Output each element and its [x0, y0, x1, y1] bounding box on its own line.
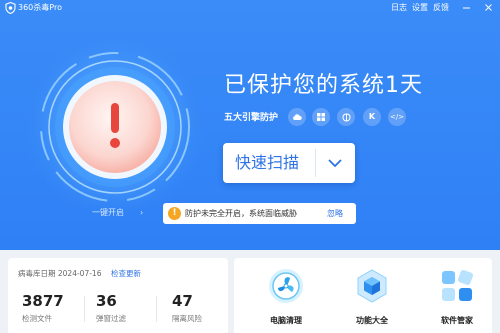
stat-divider	[84, 296, 85, 322]
tool-label: 功能大全	[356, 316, 388, 325]
close-icon[interactable]	[483, 2, 494, 13]
log-menu[interactable]: 日志	[391, 2, 407, 14]
quick-scan-button[interactable]: 快速扫描	[223, 143, 355, 183]
k-engine-icon[interactable]: K	[363, 108, 381, 126]
one-key-enable-link[interactable]: 一键开启	[92, 207, 124, 219]
software-manager-tool[interactable]: 软件管家	[422, 258, 492, 333]
stat-value: 36	[96, 292, 117, 310]
cloud-engine-icon[interactable]	[288, 108, 306, 126]
pc-clean-tool[interactable]: 电脑清理	[251, 258, 321, 333]
protection-panel: 360杀毒Pro 日志 设置 反馈 已保护您的系统1天 五大引擎防护 K </>…	[0, 0, 500, 250]
cube-features-icon	[357, 269, 387, 303]
warning-icon: !	[168, 207, 181, 220]
minimize-icon[interactable]	[461, 2, 472, 13]
stat-label: 弹窗过滤	[96, 314, 126, 323]
stat-value: 47	[172, 292, 193, 310]
warning-text: 防护未完全开启，系统面临威胁	[185, 209, 297, 218]
protection-status-title: 已保护您的系统1天	[224, 73, 423, 98]
brain-engine-icon[interactable]	[337, 108, 355, 126]
warning-banner: ! 防护未完全开启，系统面临威胁 忽略	[163, 203, 356, 224]
stat-label: 隔离风险	[172, 314, 202, 323]
exclamation-icon	[110, 103, 120, 148]
code-engine-icon[interactable]: </>	[388, 108, 406, 126]
chevron-down-icon[interactable]	[326, 155, 344, 171]
stat-label: 检测文件	[22, 314, 52, 323]
software-manager-icon	[442, 270, 473, 301]
stat-value: 3877	[22, 292, 64, 310]
fan-clean-icon	[269, 269, 303, 303]
settings-menu[interactable]: 设置	[412, 2, 428, 14]
tools-card: 电脑清理 功能大全 软件管家	[234, 258, 492, 333]
chevron-right-icon[interactable]: ›	[140, 208, 143, 218]
quick-scan-label: 快速扫描	[235, 153, 300, 172]
ignore-link[interactable]: 忽略	[327, 208, 343, 219]
engines-label: 五大引擎防护	[224, 113, 279, 123]
tool-label: 软件管家	[441, 316, 473, 325]
check-update-link[interactable]: 检查更新	[111, 269, 141, 279]
scan-divider	[315, 149, 316, 177]
windows-engine-icon[interactable]	[312, 108, 330, 126]
features-tool[interactable]: 功能大全	[337, 258, 407, 333]
tool-label: 电脑清理	[270, 316, 302, 325]
database-date: 病毒库日期 2024-07-16	[18, 269, 102, 278]
feedback-menu[interactable]: 反馈	[433, 2, 449, 14]
stat-divider	[156, 296, 157, 322]
virus-database-card: 病毒库日期 2024-07-16 检查更新 3877 检测文件 36 弹窗过滤 …	[8, 258, 228, 333]
